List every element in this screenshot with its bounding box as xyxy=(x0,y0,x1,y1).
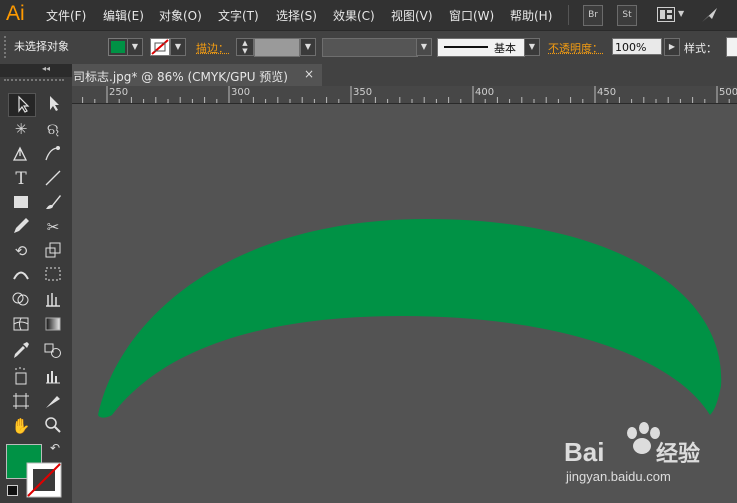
ruler-label-300: 300 xyxy=(231,87,251,98)
selection-tool-icon[interactable] xyxy=(8,93,36,117)
stroke-swatch[interactable] xyxy=(150,38,170,56)
tools-panel-header xyxy=(0,64,72,77)
direct-selection-tool-icon[interactable] xyxy=(40,93,66,115)
hand-tool-icon[interactable]: ✋ xyxy=(8,415,34,437)
baidu-paw-logo: Bai 经验 jingyan.baidu.com xyxy=(564,422,700,484)
stroke-weight-dropdown[interactable]: ▼ xyxy=(300,38,316,56)
blend-tool-icon[interactable] xyxy=(40,340,66,362)
ruler-label-450: 450 xyxy=(597,87,617,98)
type-tool-icon[interactable]: T xyxy=(8,168,34,190)
bridge-button[interactable]: Br xyxy=(583,5,603,26)
svg-text:jingyan.baidu.com: jingyan.baidu.com xyxy=(565,469,671,484)
shape-builder-tool-icon[interactable] xyxy=(8,289,34,311)
menu-view[interactable]: 视图(V) xyxy=(391,7,433,24)
selection-status: 未选择对象 xyxy=(14,40,69,53)
collapse-panel-button[interactable]: ◂◂ xyxy=(42,64,50,73)
variable-width-profile[interactable] xyxy=(322,38,418,57)
ruler-label-500: 500 xyxy=(719,87,737,98)
menu-window[interactable]: 窗口(W) xyxy=(449,7,494,24)
workspace-layout-icon[interactable] xyxy=(657,7,675,22)
lasso-tool-icon[interactable]: ଋ xyxy=(40,118,66,140)
style-swatch[interactable] xyxy=(726,37,737,57)
zoom-tool-icon[interactable] xyxy=(40,415,66,437)
opacity-input[interactable]: 100% xyxy=(612,38,662,55)
horizontal-ruler xyxy=(72,86,737,104)
ruler-ticks xyxy=(82,86,730,103)
paintbrush-tool-icon[interactable] xyxy=(40,192,66,214)
default-colors-icon[interactable] xyxy=(7,485,18,496)
grip-handle[interactable] xyxy=(4,36,8,58)
slice-tool-icon[interactable] xyxy=(40,391,66,413)
brush-label: 基本 xyxy=(494,42,516,55)
tools-grip[interactable] xyxy=(4,79,64,83)
menu-effect[interactable]: 效果(C) xyxy=(333,7,375,24)
menu-help[interactable]: 帮助(H) xyxy=(510,7,552,24)
scale-tool-icon[interactable] xyxy=(40,240,66,262)
fill-dropdown[interactable]: ▼ xyxy=(127,38,143,56)
ruler-label-350: 350 xyxy=(353,87,373,98)
rotate-tool-icon[interactable]: ⟲ xyxy=(8,240,34,262)
magic-wand-tool-icon[interactable]: ✳ xyxy=(8,118,34,140)
document-tab-title: 司标志.jpg* @ 86% (CMYK/GPU 预览) xyxy=(73,70,288,84)
chevron-down-icon[interactable]: ▼ xyxy=(678,9,684,18)
menu-object[interactable]: 对象(O) xyxy=(159,7,202,24)
menu-select[interactable]: 选择(S) xyxy=(276,7,317,24)
width-tool-icon[interactable] xyxy=(8,264,34,286)
sync-icon[interactable] xyxy=(699,5,721,25)
menu-divider xyxy=(568,5,569,25)
scissors-tool-icon[interactable]: ✂ xyxy=(40,216,66,238)
rectangle-tool-icon[interactable] xyxy=(8,192,34,214)
stroke-weight-stepper[interactable]: ▲ ▼ xyxy=(236,38,254,56)
line-tool-icon[interactable] xyxy=(40,168,66,190)
stock-button[interactable]: St xyxy=(617,5,637,26)
app-logo: Ai xyxy=(6,2,25,25)
brush-dropdown[interactable]: ▼ xyxy=(524,38,540,56)
brush-definition[interactable]: 基本 xyxy=(437,38,525,57)
menu-type[interactable]: 文字(T) xyxy=(218,7,259,24)
column-graph-tool-icon[interactable] xyxy=(40,366,66,388)
free-transform-tool-icon[interactable] xyxy=(40,264,66,286)
artboard-tool-icon[interactable] xyxy=(8,391,34,413)
ruler-label-400: 400 xyxy=(475,87,495,98)
baidu-watermark: Bai 经验 jingyan.baidu.com xyxy=(560,420,735,490)
pencil-tool-icon[interactable] xyxy=(8,216,34,238)
svg-text:经验: 经验 xyxy=(656,441,700,466)
eyedropper-tool-icon[interactable] xyxy=(8,340,34,362)
brush-stroke-preview xyxy=(444,46,488,48)
menu-file[interactable]: 文件(F) xyxy=(46,7,86,24)
variable-width-dropdown[interactable]: ▼ xyxy=(416,38,432,56)
menu-edit[interactable]: 编辑(E) xyxy=(103,7,144,24)
stroke-weight-input[interactable] xyxy=(254,38,300,57)
opacity-label[interactable]: 不透明度： xyxy=(548,40,603,56)
perspective-grid-tool-icon[interactable] xyxy=(40,289,66,311)
ruler-label-250: 250 xyxy=(109,87,129,98)
swap-fill-stroke-icon[interactable]: ↶ xyxy=(50,441,60,455)
fill-swatch[interactable] xyxy=(108,38,128,56)
fill-color-box xyxy=(111,41,125,53)
svg-text:Bai: Bai xyxy=(564,437,604,467)
curvature-tool-icon[interactable] xyxy=(40,144,66,166)
gradient-tool-icon[interactable] xyxy=(40,314,66,336)
pen-tool-icon[interactable] xyxy=(8,144,34,166)
stroke-label[interactable]: 描边： xyxy=(196,40,229,56)
mesh-tool-icon[interactable] xyxy=(8,314,34,336)
close-tab-icon[interactable]: × xyxy=(304,67,314,81)
style-label: 样式： xyxy=(684,42,717,55)
symbol-sprayer-tool-icon[interactable] xyxy=(8,366,34,388)
opacity-expand-button[interactable]: ▶ xyxy=(664,38,680,56)
stroke-dropdown[interactable]: ▼ xyxy=(170,38,186,56)
stroke-color-swatch[interactable] xyxy=(26,462,62,498)
